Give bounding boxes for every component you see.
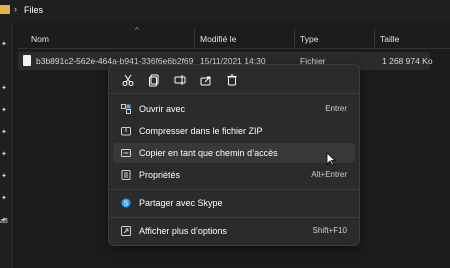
menu-item-properties[interactable]: Propriétés Alt+Entrer <box>113 165 355 185</box>
delete-icon[interactable] <box>225 73 239 87</box>
copy-icon[interactable] <box>147 73 161 87</box>
pin-icon[interactable]: ✦ <box>1 128 8 136</box>
address-bar[interactable]: › Files <box>0 0 450 22</box>
menu-item-label: Compresser dans le fichier ZIP <box>139 126 263 136</box>
mouse-cursor-icon <box>326 152 337 166</box>
pin-icon[interactable]: ✦ <box>1 194 8 202</box>
nav-item-label[interactable]: a3 <box>0 218 8 225</box>
menu-item-label: Afficher plus d’options <box>139 226 227 236</box>
menu-item-shortcut: Shift+F10 <box>312 226 347 235</box>
pin-icon[interactable]: ✦ <box>1 172 8 180</box>
chevron-right-icon[interactable]: › <box>14 4 17 14</box>
rename-icon[interactable] <box>173 73 187 87</box>
menu-item-compress-zip[interactable]: Compresser dans le fichier ZIP <box>113 121 355 141</box>
zip-icon <box>121 126 131 136</box>
column-type[interactable]: Type <box>300 34 318 44</box>
menu-item-shortcut: Alt+Entrer <box>311 170 347 179</box>
menu-item-shortcut: Entrer <box>325 104 347 113</box>
column-header: ^ Nom Modifié le Type Taille <box>18 26 450 49</box>
share-icon[interactable] <box>199 73 213 87</box>
menu-divider <box>109 217 359 218</box>
column-separator[interactable] <box>294 29 295 47</box>
menu-divider <box>109 189 359 190</box>
pin-icon[interactable]: ✦ <box>1 40 8 48</box>
menu-item-label: Copier en tant que chemin d’accès <box>139 148 278 158</box>
column-size[interactable]: Taille <box>380 34 399 44</box>
column-modified[interactable]: Modifié le <box>200 34 236 44</box>
file-size: 1 268 974 Ko <box>382 56 433 66</box>
menu-item-label: Partager avec Skype <box>139 198 223 208</box>
column-separator[interactable] <box>194 29 195 47</box>
properties-icon <box>121 170 131 180</box>
pin-icon[interactable]: ✦ <box>1 84 8 92</box>
cut-icon[interactable] <box>121 73 135 87</box>
file-icon <box>23 55 31 66</box>
skype-icon: S <box>121 198 131 208</box>
menu-item-label: Ouvrir avec <box>139 104 186 114</box>
menu-item-open-with[interactable]: Ouvrir avec Entrer <box>113 99 355 119</box>
menu-item-share-skype[interactable]: S Partager avec Skype <box>113 193 355 213</box>
svg-text:S: S <box>124 201 129 208</box>
column-name[interactable]: Nom <box>31 34 49 44</box>
sort-caret-icon[interactable]: ^ <box>135 26 139 35</box>
menu-divider <box>109 93 359 94</box>
copy-path-icon <box>121 148 131 158</box>
context-menu: Ouvrir avec Entrer Compresser dans le fi… <box>108 64 360 246</box>
menu-item-label: Propriétés <box>139 170 181 180</box>
folder-icon <box>0 5 10 14</box>
column-separator[interactable] <box>374 29 375 47</box>
breadcrumb-files[interactable]: Files <box>24 5 43 15</box>
menu-item-copy-path[interactable]: Copier en tant que chemin d’accès <box>113 143 355 163</box>
navigation-pane[interactable]: ✦ ✦ ✦ ✦ ✦ ✦ ✦ ✦ a3 <box>0 22 13 268</box>
more-options-icon <box>121 226 131 236</box>
pin-icon[interactable]: ✦ <box>1 150 8 158</box>
menu-item-more-options[interactable]: Afficher plus d’options Shift+F10 <box>113 221 355 241</box>
pin-icon[interactable]: ✦ <box>1 106 8 114</box>
open-with-icon <box>121 104 131 114</box>
